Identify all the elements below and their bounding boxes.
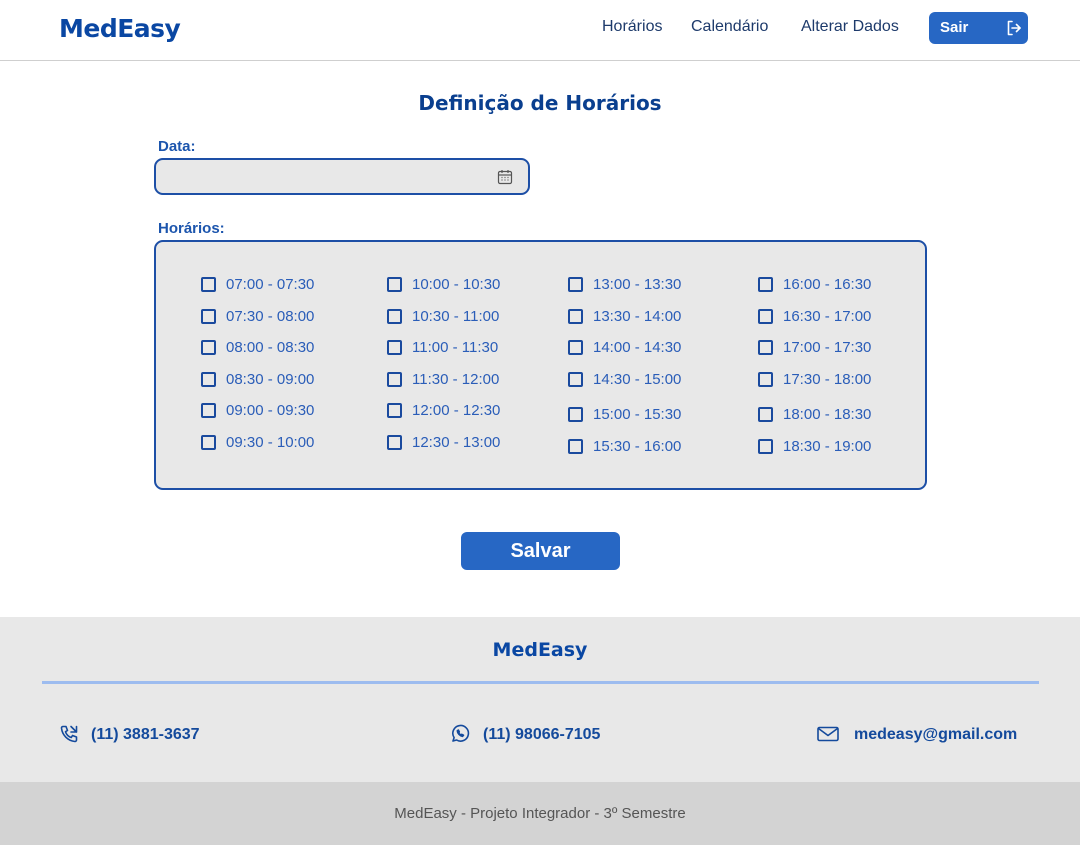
time-slot-label: 07:30 - 08:00 (226, 308, 315, 325)
bottom-bar: MedEasy - Projeto Integrador - 3º Semest… (0, 782, 1080, 845)
nav-link-calendario[interactable]: Calendário (691, 18, 768, 36)
time-slot-label: 12:30 - 13:00 (412, 434, 501, 451)
save-button[interactable]: Salvar (461, 532, 620, 570)
time-slot-label: 16:30 - 17:00 (783, 308, 872, 325)
time-slot-label: 07:00 - 07:30 (226, 276, 315, 293)
calendar-icon[interactable] (497, 169, 513, 185)
time-slot-checkbox[interactable] (568, 277, 583, 292)
time-slot-checkbox[interactable] (201, 340, 216, 355)
time-slot-label: 17:00 - 17:30 (783, 339, 872, 356)
time-slot-checkbox[interactable] (758, 309, 773, 324)
time-slot-checkbox[interactable] (568, 340, 583, 355)
logout-button[interactable]: Sair (929, 12, 1028, 44)
time-slot-label: 10:30 - 11:00 (412, 308, 500, 325)
time-slot-label: 11:30 - 12:00 (412, 371, 500, 388)
nav-link-horarios[interactable]: Horários (602, 18, 662, 36)
email-address: medeasy@gmail.com (854, 726, 1018, 743)
date-field[interactable] (154, 158, 530, 195)
time-slot-label: 13:30 - 14:00 (593, 308, 682, 325)
time-slot-checkbox[interactable] (758, 340, 773, 355)
nav-link-alterar-dados[interactable]: Alterar Dados (801, 18, 899, 36)
logout-icon (1007, 20, 1021, 36)
time-slot-checkbox[interactable] (387, 403, 402, 418)
time-slot-checkbox[interactable] (201, 403, 216, 418)
time-slot-label: 13:00 - 13:30 (593, 276, 682, 293)
footer-divider (42, 681, 1039, 684)
time-slot-label: 10:00 - 10:30 (412, 276, 501, 293)
time-slot-label: 18:30 - 19:00 (783, 438, 872, 455)
time-slot-checkbox[interactable] (568, 372, 583, 387)
time-slot-checkbox[interactable] (201, 435, 216, 450)
time-slot-label: 15:00 - 15:30 (593, 406, 682, 423)
date-label: Data: (158, 138, 196, 155)
time-slot-checkbox[interactable] (568, 407, 583, 422)
time-slot-label: 14:00 - 14:30 (593, 339, 682, 356)
time-slot-checkbox[interactable] (758, 372, 773, 387)
time-slot-label: 11:00 - 11:30 (412, 339, 499, 356)
time-slot-checkbox[interactable] (387, 277, 402, 292)
mail-icon (817, 726, 839, 742)
footer: MedEasy (11) 3881-3637 (11) 98066-7105 m… (0, 617, 1080, 782)
time-slot-checkbox[interactable] (758, 277, 773, 292)
footer-logo: MedEasy (492, 639, 588, 661)
time-slot-label: 09:00 - 09:30 (226, 402, 315, 419)
time-slot-label: 17:30 - 18:00 (783, 371, 872, 388)
time-slot-label: 15:30 - 16:00 (593, 438, 682, 455)
time-slot-checkbox[interactable] (568, 439, 583, 454)
top-header: MedEasy Horários Calendário Alterar Dado… (0, 0, 1080, 61)
whatsapp-number: (11) 98066-7105 (483, 726, 601, 743)
time-slot-label: 16:00 - 16:30 (783, 276, 872, 293)
time-slot-checkbox[interactable] (201, 372, 216, 387)
time-slot-label: 09:30 - 10:00 (226, 434, 315, 451)
time-slot-label: 18:00 - 18:30 (783, 406, 872, 423)
time-slot-checkbox[interactable] (387, 309, 402, 324)
time-slot-label: 14:30 - 15:00 (593, 371, 682, 388)
time-slot-checkbox[interactable] (758, 439, 773, 454)
time-slot-label: 08:30 - 09:00 (226, 371, 315, 388)
time-slot-checkbox[interactable] (387, 340, 402, 355)
time-slot-checkbox[interactable] (758, 407, 773, 422)
time-slot-label: 08:00 - 08:30 (226, 339, 315, 356)
phone-number: (11) 3881-3637 (91, 726, 200, 743)
time-slot-checkbox[interactable] (568, 309, 583, 324)
time-slot-checkbox[interactable] (387, 372, 402, 387)
app-logo[interactable]: MedEasy (59, 14, 181, 43)
phone-icon (60, 725, 78, 743)
time-slot-checkbox[interactable] (387, 435, 402, 450)
time-slot-checkbox[interactable] (201, 277, 216, 292)
time-slot-checkbox[interactable] (201, 309, 216, 324)
credit-text: MedEasy - Projeto Integrador - 3º Semest… (394, 805, 686, 822)
page-title: Definição de Horários (418, 91, 662, 115)
slots-label: Horários: (158, 220, 225, 237)
time-slots-panel: 07:00 - 07:30 07:30 - 08:00 08:00 - 08:30 0… (154, 240, 927, 490)
logout-label: Sair (940, 19, 969, 36)
whatsapp-icon (452, 724, 470, 742)
time-slot-label: 12:00 - 12:30 (412, 402, 501, 419)
